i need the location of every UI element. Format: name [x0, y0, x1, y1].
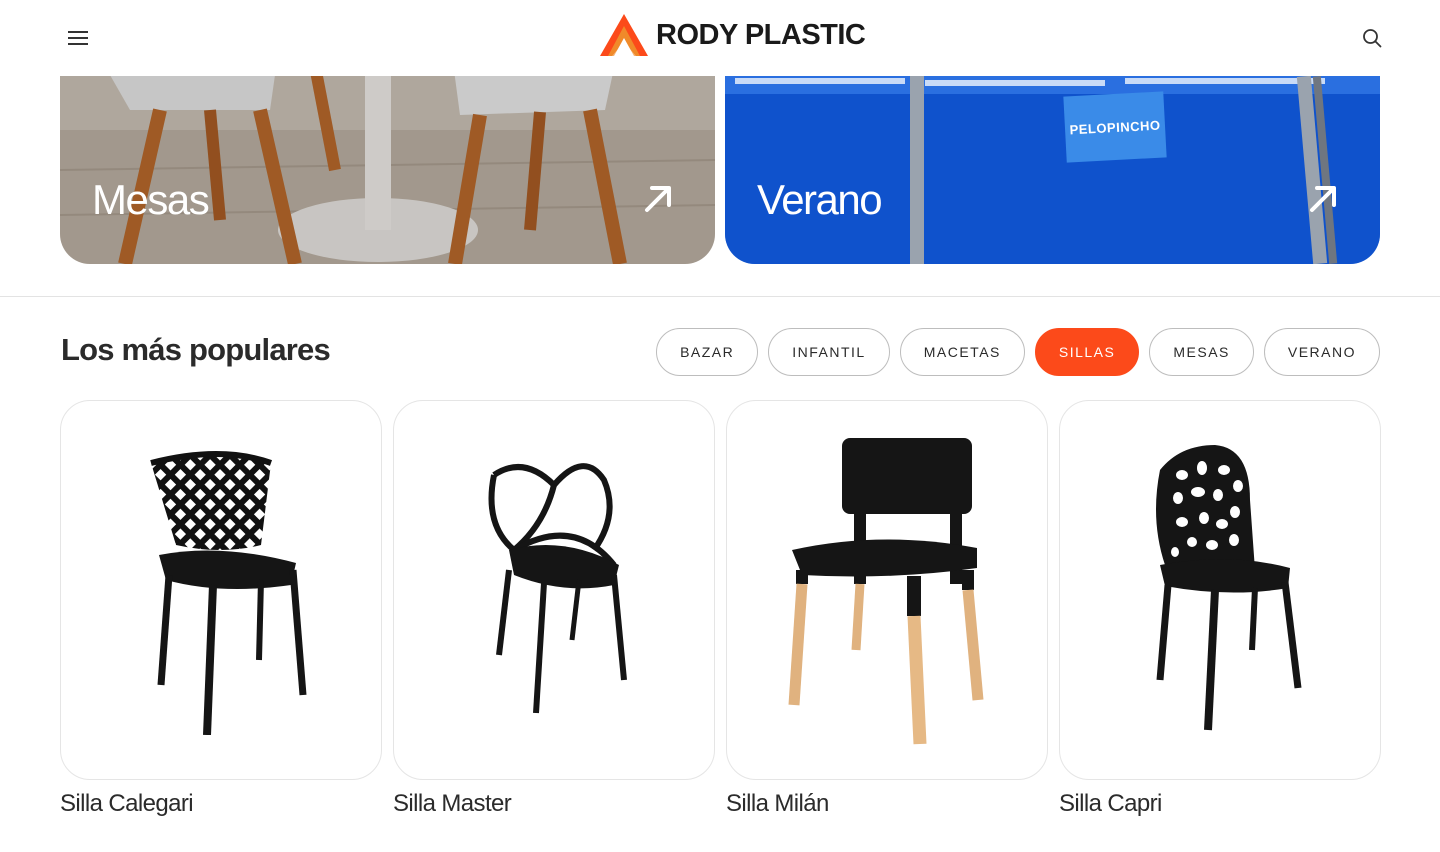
product-name: Silla Capri	[1059, 790, 1162, 817]
product-card-master[interactable]: Silla Master	[393, 400, 715, 818]
filter-macetas[interactable]: MACETAS	[899, 328, 1025, 376]
arrow-up-right-icon	[645, 186, 671, 212]
section-title: Los más populares	[61, 332, 331, 367]
brand-name: RODY PLASTIC	[656, 18, 866, 51]
chair-master-image	[488, 463, 627, 714]
pool-brand-sticker: PELOPINCHO	[1063, 91, 1167, 163]
banner-label-verano: Verano	[757, 176, 883, 223]
filter-sillas[interactable]: SILLAS	[1034, 328, 1140, 376]
brand-logo[interactable]: RODY PLASTIC	[598, 12, 866, 58]
product-card-milan[interactable]: Silla Milán	[726, 400, 1048, 818]
section-divider	[0, 296, 1440, 297]
product-card-calegari[interactable]: Silla Calegari	[60, 400, 382, 818]
product-image-frame	[1059, 400, 1381, 780]
product-image-frame	[726, 400, 1048, 780]
product-image-frame	[60, 400, 382, 780]
pool-brand-text: PELOPINCHO	[1069, 117, 1161, 137]
logo-mark-icon	[600, 14, 648, 56]
arrow-up-right-icon	[1310, 186, 1336, 212]
site-header: RODY PLASTIC	[0, 0, 1440, 76]
product-name: Silla Calegari	[60, 790, 194, 817]
search-icon	[1363, 29, 1382, 48]
chair-capri-image	[1156, 445, 1302, 731]
chair-milan-image	[788, 438, 984, 745]
product-name: Silla Master	[393, 790, 512, 817]
filter-bazar[interactable]: BAZAR	[656, 328, 759, 376]
filter-infantil[interactable]: INFANTIL	[768, 328, 890, 376]
product-card-capri[interactable]: Silla Capri	[1059, 400, 1381, 818]
chair-calegari-image	[150, 451, 307, 735]
product-grid: Silla Calegari Silla Master Silla Milán …	[60, 400, 1381, 818]
menu-button[interactable]	[66, 26, 90, 50]
banner-label-mesas: Mesas	[92, 176, 210, 223]
search-button[interactable]	[1360, 26, 1384, 50]
category-filters: BAZAR INFANTIL MACETAS SILLAS MESAS VERA…	[656, 328, 1380, 376]
menu-icon	[68, 31, 88, 45]
product-name: Silla Milán	[726, 790, 829, 817]
product-image-frame	[393, 400, 715, 780]
filter-mesas[interactable]: MESAS	[1149, 328, 1254, 376]
filter-verano[interactable]: VERANO	[1263, 328, 1380, 376]
